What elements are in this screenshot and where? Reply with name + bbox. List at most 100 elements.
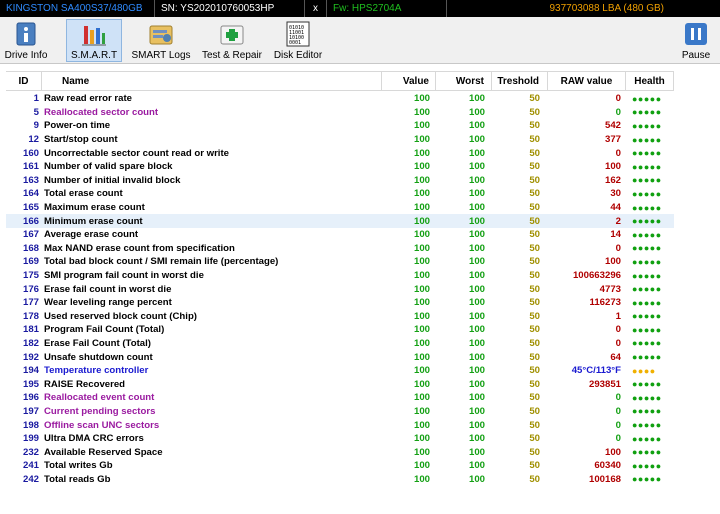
disk-editor-button[interactable]: 01010 11001 10100 0001 Disk Editor <box>272 19 324 62</box>
cell-threshold: 50 <box>529 297 540 309</box>
cell-raw: 100 <box>604 256 621 268</box>
cell-name: Average erase count <box>44 229 139 241</box>
drive-serial: SN: YS202010760053HP <box>155 0 305 17</box>
table-row[interactable]: 175 SMI program fail count in worst die 10… <box>6 269 674 283</box>
cell-worst: 100 <box>468 297 485 309</box>
info-icon <box>12 21 40 47</box>
column-header-name[interactable]: Name <box>42 72 382 90</box>
table-row[interactable]: 194 Temperature controller 100 100 50 45°C/11… <box>6 364 674 378</box>
table-row[interactable]: 242 Total reads Gb 100 100 50 100168 ●●●●● <box>6 473 674 487</box>
cell-worst: 100 <box>468 419 485 431</box>
cell-name: Maximum erase count <box>44 202 145 214</box>
table-row[interactable]: 177 Wear leveling range percent 100 100 50 11… <box>6 296 674 310</box>
smart-logs-label: SMART Logs <box>131 50 191 61</box>
table-row[interactable]: 161 Number of valid spare block 100 100 50 10… <box>6 160 674 174</box>
cell-name: Current pending sectors <box>44 405 156 417</box>
cell-worst: 100 <box>468 351 485 363</box>
cell-id: 194 <box>22 365 39 377</box>
cell-id: 176 <box>22 283 39 295</box>
cell-health: ●●●●● <box>632 120 662 131</box>
column-header-id[interactable]: ID <box>6 72 42 90</box>
table-row[interactable]: 241 Total writes Gb 100 100 50 60340 ●●●●● <box>6 459 674 473</box>
table-row[interactable]: 169 Total bad block count / SMI remain li… <box>6 255 674 269</box>
table-row[interactable]: 195 RAISE Recovered 100 100 50 293851 ●●●●● <box>6 377 674 391</box>
smart-button[interactable]: S.M.A.R.T <box>66 19 122 62</box>
cell-value: 100 <box>413 242 430 254</box>
cell-threshold: 50 <box>529 120 540 132</box>
cell-worst: 100 <box>468 215 485 227</box>
table-row[interactable]: 5 Reallocated sector count 100 100 50 0 ●●●●● <box>6 106 674 120</box>
cell-health: ●●●●● <box>632 256 662 267</box>
table-row[interactable]: 232 Available Reserved Space 100 100 50 100 ●●… <box>6 445 674 459</box>
table-row[interactable]: 181 Program Fail Count (Total) 100 100 50 0 ●●… <box>6 323 674 337</box>
table-row[interactable]: 9 Power-on time 100 100 50 542 ●●●●● <box>6 119 674 133</box>
cell-name: Reallocated sector count <box>44 106 159 118</box>
pause-button[interactable]: Pause <box>676 19 716 62</box>
smart-logs-button[interactable]: SMART Logs <box>131 19 191 62</box>
column-header-value[interactable]: Value <box>382 72 436 90</box>
drive-model: KINGSTON SA400S37/480GB <box>0 0 155 17</box>
cell-worst: 100 <box>468 188 485 200</box>
cell-id: 167 <box>22 229 39 241</box>
cell-raw: 60340 <box>594 460 621 472</box>
cell-value: 100 <box>413 270 430 282</box>
column-header-health[interactable]: Health <box>626 72 674 90</box>
cell-threshold: 50 <box>529 256 540 268</box>
pause-label: Pause <box>681 50 711 61</box>
cell-threshold: 50 <box>529 270 540 282</box>
cell-value: 100 <box>413 392 430 404</box>
table-row[interactable]: 160 Uncorrectable sector count read or wr… <box>6 146 674 160</box>
drive-info-button[interactable]: Drive Info <box>2 19 50 62</box>
table-row[interactable]: 197 Current pending sectors 100 100 50 0 ●●●●● <box>6 405 674 419</box>
logs-icon <box>147 21 175 47</box>
cell-worst: 100 <box>468 256 485 268</box>
table-row[interactable]: 196 Reallocated event count 100 100 50 0 ●●●●● <box>6 391 674 405</box>
cell-health: ●●●●● <box>632 447 662 458</box>
cell-health: ●●●●● <box>632 148 662 159</box>
table-row[interactable]: 166 Minimum erase count 100 100 50 2 ●●●●● <box>6 214 674 228</box>
cell-worst: 100 <box>468 433 485 445</box>
cell-value: 100 <box>413 120 430 132</box>
cell-value: 100 <box>413 378 430 390</box>
cell-name: Reallocated event count <box>44 392 155 404</box>
close-drive-button[interactable]: x <box>305 0 327 17</box>
cell-value: 100 <box>413 473 430 485</box>
table-row[interactable]: 192 Unsafe shutdown count 100 100 50 64 ●●●●● <box>6 350 674 364</box>
svg-text:0001: 0001 <box>289 40 301 46</box>
cell-threshold: 50 <box>529 202 540 214</box>
table-row[interactable]: 12 Start/stop count 100 100 50 377 ●●●●● <box>6 133 674 147</box>
table-row[interactable]: 176 Erase fail count in worst die 100 100 50… <box>6 282 674 296</box>
table-row[interactable]: 178 Used reserved block count (Chip) 100 10… <box>6 310 674 324</box>
cell-value: 100 <box>413 161 430 173</box>
column-header-threshold[interactable]: Treshold <box>492 72 548 90</box>
table-row[interactable]: 165 Maximum erase count 100 100 50 44 ●●●●● <box>6 201 674 215</box>
table-row[interactable]: 199 Ultra DMA CRC errors 100 100 50 0 ●●●●● <box>6 432 674 446</box>
test-repair-button[interactable]: Test & Repair <box>198 19 266 62</box>
cell-id: 178 <box>22 310 39 322</box>
table-row[interactable]: 182 Erase Fail Count (Total) 100 100 50 0 ●●●●… <box>6 337 674 351</box>
cell-id: 12 <box>28 134 39 146</box>
cell-name: Program Fail Count (Total) <box>44 324 165 336</box>
cell-threshold: 50 <box>529 365 540 377</box>
cell-raw: 100168 <box>588 473 621 485</box>
cell-value: 100 <box>413 433 430 445</box>
cell-id: 175 <box>22 270 39 282</box>
table-row[interactable]: 1 Raw read error rate 100 100 50 0 ●●●●● <box>6 92 674 106</box>
table-row[interactable]: 168 Max NAND erase count from specificati… <box>6 242 674 256</box>
column-header-raw[interactable]: RAW value <box>548 72 626 90</box>
table-row[interactable]: 164 Total erase count 100 100 50 30 ●●●●● <box>6 187 674 201</box>
table-row[interactable]: 163 Number of initial invalid block 100 100… <box>6 174 674 188</box>
cell-worst: 100 <box>468 147 485 159</box>
cell-raw: 0 <box>615 93 621 105</box>
cell-value: 100 <box>413 134 430 146</box>
cell-id: 192 <box>22 351 39 363</box>
column-header-worst[interactable]: Worst <box>436 72 492 90</box>
smart-table: ID Name Value Worst Treshold RAW value H… <box>0 64 720 514</box>
cell-threshold: 50 <box>529 419 540 431</box>
cell-raw: 542 <box>604 120 621 132</box>
cell-health: ●●●●● <box>632 107 662 118</box>
table-row[interactable]: 167 Average erase count 100 100 50 14 ●●●●● <box>6 228 674 242</box>
test-repair-label: Test & Repair <box>201 50 263 61</box>
cell-raw: 0 <box>615 433 621 445</box>
table-row[interactable]: 198 Offline scan UNC sectors 100 100 50 0 ●●●●… <box>6 418 674 432</box>
